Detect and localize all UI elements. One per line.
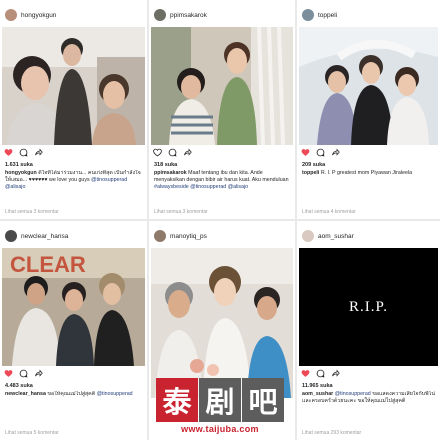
- post-photo[interactable]: [299, 27, 438, 145]
- post-photo[interactable]: [151, 248, 293, 398]
- post-header: aom_sushar: [297, 221, 440, 251]
- view-comments-link[interactable]: Lihat semua 3 komentar: [154, 209, 208, 215]
- post-caption: newclear_hansa ขอให้คุณแม่ไปสู่สุคติ @ti…: [5, 391, 143, 398]
- post-actions: [153, 146, 192, 158]
- post-username[interactable]: hongyokgun: [21, 12, 56, 19]
- avatar[interactable]: [302, 9, 314, 21]
- watermark-logo: 泰 剧 吧: [156, 378, 284, 422]
- share-icon[interactable]: [183, 147, 192, 157]
- avatar[interactable]: [302, 230, 314, 242]
- comment-icon[interactable]: [19, 369, 28, 378]
- post-username[interactable]: manoytiq_ps: [170, 233, 207, 240]
- post-photo[interactable]: [151, 27, 293, 145]
- avatar[interactable]: [5, 230, 17, 242]
- post-header: hongyokgun: [0, 0, 147, 30]
- comment-icon[interactable]: [168, 148, 177, 157]
- avatar[interactable]: [5, 9, 17, 21]
- post-card: toppeli 209 suka toppeli R. I. P greates…: [297, 0, 440, 219]
- svg-text:CLEAR: CLEAR: [10, 252, 86, 277]
- view-comments-link[interactable]: Lihat semua 4 komentar: [302, 209, 356, 215]
- post-header: toppeli: [297, 0, 440, 30]
- heart-icon[interactable]: [4, 148, 13, 157]
- watermark-url: www.taijuba.com: [156, 424, 284, 434]
- watermark-char: 吧: [242, 378, 284, 422]
- post-photo[interactable]: CLEAR: [2, 248, 145, 366]
- avatar[interactable]: [154, 230, 166, 242]
- post-actions: [301, 146, 340, 158]
- post-header: manoytiq_ps: [149, 221, 295, 251]
- caption-tags[interactable]: @tinosupperad: [97, 391, 133, 397]
- view-comments-link[interactable]: Lihat semua 5 komentar: [5, 430, 59, 436]
- share-icon[interactable]: [331, 147, 340, 157]
- post-caption: toppeli R. I. P greatest mom Piyawan Jir…: [302, 170, 436, 177]
- like-count: 318 suka: [154, 162, 178, 168]
- post-photo[interactable]: [2, 27, 145, 145]
- caption-username[interactable]: ppimsakarok: [154, 170, 187, 176]
- heart-outline-icon[interactable]: [153, 148, 162, 157]
- heart-icon[interactable]: [4, 369, 13, 378]
- post-card: newclear_hansa CLEAR 4.483 suka newclear…: [0, 221, 147, 440]
- avatar[interactable]: [154, 9, 166, 21]
- post-actions: [301, 367, 340, 379]
- site-watermark: 泰 剧 吧 www.taijuba.com: [156, 378, 284, 440]
- comment-icon[interactable]: [19, 148, 28, 157]
- post-card: aom_sushar R.I.P. 11.965 suka aom_sushar…: [297, 221, 440, 440]
- caption-username[interactable]: newclear_hansa: [5, 391, 46, 397]
- comment-icon[interactable]: [316, 148, 325, 157]
- post-username[interactable]: toppeli: [318, 12, 337, 19]
- caption-tags[interactable]: @tinosupperad: [335, 391, 371, 397]
- post-header: newclear_hansa: [0, 221, 147, 251]
- post-actions: [4, 367, 43, 379]
- heart-icon[interactable]: [301, 148, 310, 157]
- view-comments-link[interactable]: Lihat semua 293 komentar: [302, 430, 361, 436]
- caption-tags[interactable]: #alwaysbeside @tinosupperad @alisajo: [154, 184, 248, 190]
- caption-text: ขอให้คุณแม่ไปสู่สุคติ: [47, 391, 96, 397]
- comment-icon[interactable]: [316, 369, 325, 378]
- like-count: 209 suka: [302, 162, 326, 168]
- share-icon[interactable]: [331, 368, 340, 378]
- caption-username[interactable]: toppeli: [302, 170, 319, 176]
- view-comments-link[interactable]: Lihat semua 3 komentar: [5, 209, 59, 215]
- share-icon[interactable]: [34, 368, 43, 378]
- instagram-post-grid: hongyokgun 1.631 suka hongyokgun ดีใจที่…: [0, 0, 440, 440]
- post-actions: [4, 146, 43, 158]
- watermark-char: 剧: [199, 378, 241, 422]
- post-caption: aom_sushar @tinosupperad ขอแสดงความเสียใ…: [302, 391, 436, 405]
- watermark-char: 泰: [156, 378, 198, 422]
- caption-username[interactable]: aom_sushar: [302, 391, 333, 397]
- like-count: 11.965 suka: [302, 383, 333, 389]
- post-username[interactable]: ppimsakarok: [170, 12, 207, 19]
- post-card: ppimsakarok 318 suka ppimsakarok Maaf te…: [149, 0, 295, 219]
- post-username[interactable]: newclear_hansa: [21, 233, 68, 240]
- rip-text: R.I.P.: [349, 298, 388, 315]
- post-caption: ppimsakarok Maaf tentang ibu dan kita. A…: [154, 170, 291, 191]
- share-icon[interactable]: [34, 147, 43, 157]
- heart-icon[interactable]: [301, 369, 310, 378]
- post-card: hongyokgun 1.631 suka hongyokgun ดีใจที่…: [0, 0, 147, 219]
- post-username[interactable]: aom_sushar: [318, 233, 354, 240]
- caption-username[interactable]: hongyokgun: [5, 170, 37, 176]
- caption-text: R. I. P greatest mom Piyawan Jiraleela: [320, 170, 413, 176]
- post-photo[interactable]: R.I.P.: [299, 248, 438, 366]
- post-caption: hongyokgun ดีใจที่ได้มาร่วมงาน... คนเก่ง…: [5, 170, 143, 191]
- post-header: ppimsakarok: [149, 0, 295, 30]
- like-count: 4.483 suka: [5, 383, 33, 389]
- like-count: 1.631 suka: [5, 162, 33, 168]
